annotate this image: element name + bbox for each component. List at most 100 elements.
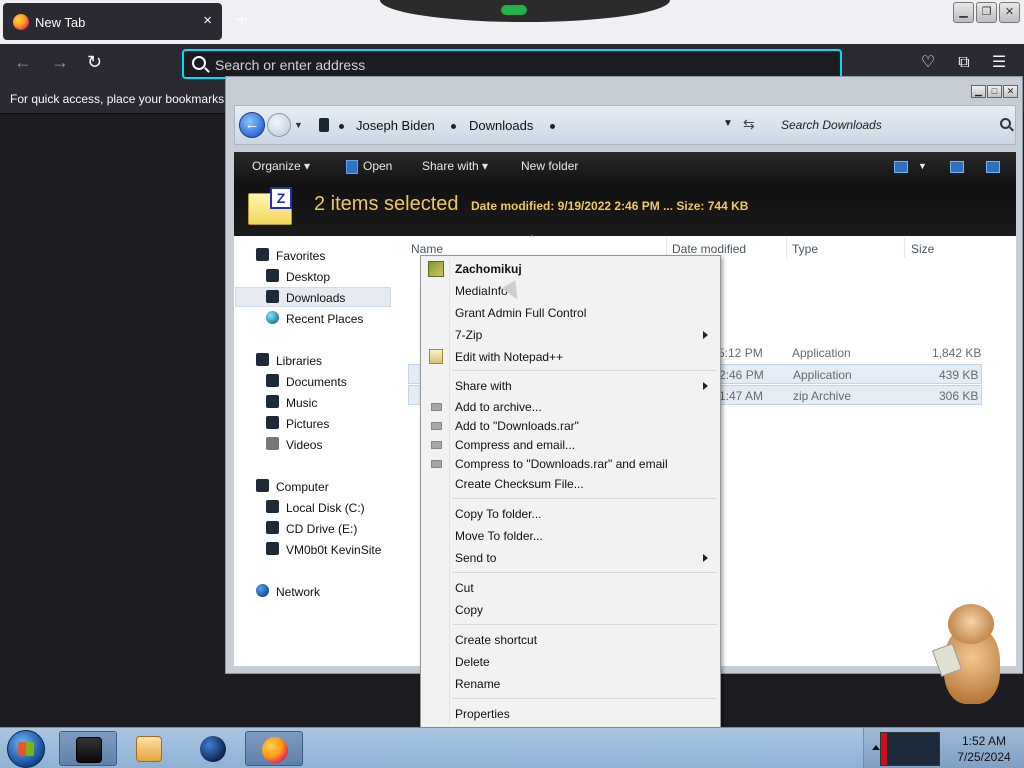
explorer-minimize-button[interactable]: ▁ xyxy=(971,85,986,98)
refresh-icon[interactable]: ⇆ xyxy=(743,116,755,133)
column-divider[interactable] xyxy=(786,238,787,258)
share-with-button[interactable]: Share with ▾ xyxy=(422,159,488,173)
nav-recent-places[interactable]: Recent Places xyxy=(266,309,396,329)
nav-pictures[interactable]: Pictures xyxy=(266,414,396,434)
tab-title: New Tab xyxy=(35,15,86,30)
tray-overflow-icon[interactable] xyxy=(872,745,880,750)
menu-separator xyxy=(453,698,717,699)
url-bar[interactable] xyxy=(182,49,842,79)
breadcrumb-separator-icon[interactable] xyxy=(339,124,344,129)
nav-network[interactable]: Network xyxy=(256,582,396,602)
explorer-forward-button[interactable] xyxy=(267,113,291,137)
explorer-search[interactable] xyxy=(775,112,1013,138)
reload-button[interactable]: ↻ xyxy=(87,52,102,73)
hamster-mascot-icon xyxy=(931,604,1008,708)
menu-item-grant-admin[interactable]: Grant Admin Full Control xyxy=(423,302,718,324)
menu-item-zachomikuj[interactable]: Zachomikuj xyxy=(423,258,718,280)
taskbar-globe-app[interactable] xyxy=(184,731,242,766)
history-dropdown-icon[interactable]: ▼ xyxy=(294,120,303,130)
nav-downloads[interactable]: Downloads xyxy=(235,287,391,307)
computer-icon xyxy=(319,118,329,132)
nav-videos[interactable]: Videos xyxy=(266,435,396,455)
menu-item-cut[interactable]: Cut xyxy=(423,577,718,599)
caption-indicator-icon xyxy=(501,5,527,15)
view-dropdown-icon[interactable]: ▼ xyxy=(918,161,927,171)
explorer-close-button[interactable]: ✕ xyxy=(1003,85,1018,98)
nav-libraries[interactable]: Libraries xyxy=(256,351,396,371)
taskbar-media-player[interactable] xyxy=(120,731,178,766)
puzzle-icon[interactable]: ⧉ xyxy=(955,54,973,72)
menu-item-copy[interactable]: Copy xyxy=(423,599,718,621)
nav-local-disk[interactable]: Local Disk (C:) xyxy=(266,498,396,518)
start-button[interactable] xyxy=(7,730,45,768)
column-header-size[interactable]: Size xyxy=(911,242,934,256)
help-icon[interactable] xyxy=(986,161,1000,173)
menu-item-delete[interactable]: Delete xyxy=(423,651,718,673)
submenu-arrow-icon xyxy=(703,382,708,390)
new-tab-button[interactable]: + xyxy=(236,9,248,32)
menu-item-send-to[interactable]: Send to xyxy=(423,547,718,569)
nav-vm-share[interactable]: VM0b0t KevinSite xyxy=(266,540,402,560)
breadcrumb-separator-icon[interactable] xyxy=(550,124,555,129)
tab-new-tab[interactable]: New Tab × xyxy=(3,3,222,40)
menu-item-compress-rar-email[interactable]: Compress to "Downloads.rar" and email xyxy=(423,453,718,475)
menu-item-rename[interactable]: Rename xyxy=(423,673,718,695)
tab-close-icon[interactable]: × xyxy=(203,12,212,29)
menu-item-7zip[interactable]: 7-Zip xyxy=(423,324,718,346)
clock[interactable]: 1:52 AM 7/25/2024 xyxy=(946,733,1022,765)
breadcrumb-item[interactable]: Joseph Biden xyxy=(356,118,435,133)
recent-places-icon xyxy=(266,311,279,324)
nav-cd-drive[interactable]: CD Drive (E:) xyxy=(266,519,396,539)
explorer-search-input[interactable] xyxy=(775,112,985,138)
desktop-icon xyxy=(266,269,279,282)
explorer-window-controls: ▁ □ ✕ xyxy=(971,85,1018,98)
column-header-type[interactable]: Type xyxy=(792,242,818,256)
address-dropdown-icon[interactable]: ▼ xyxy=(723,118,733,129)
nav-computer[interactable]: Computer xyxy=(256,477,396,497)
taskbar-firefox[interactable] xyxy=(245,731,303,766)
preview-pane-icon[interactable] xyxy=(950,161,964,173)
menu-item-mediainfo[interactable]: MediaInfo xyxy=(423,280,718,302)
search-icon[interactable] xyxy=(1000,118,1011,129)
breadcrumb-item[interactable]: Downloads xyxy=(469,118,533,133)
menu-item-checksum[interactable]: Create Checksum File... xyxy=(423,473,718,495)
menu-item-properties[interactable]: Properties xyxy=(423,703,718,725)
column-header-date[interactable]: Date modified xyxy=(672,242,746,256)
selection-meta: Date modified: 9/19/2022 2:46 PM ... Siz… xyxy=(471,199,749,213)
pocket-icon[interactable]: ♡ xyxy=(919,54,937,72)
url-input[interactable] xyxy=(215,54,815,76)
menu-item-share-with[interactable]: Share with xyxy=(423,375,718,397)
restore-button[interactable]: ❐ xyxy=(976,2,997,23)
open-button[interactable]: Open xyxy=(363,159,392,173)
nav-desktop[interactable]: Desktop xyxy=(266,267,396,287)
back-button[interactable]: ← xyxy=(14,52,32,73)
explorer-back-button[interactable]: ← xyxy=(239,112,265,138)
nav-favorites[interactable]: Favorites xyxy=(256,246,396,266)
forward-button[interactable]: → xyxy=(51,52,69,73)
menu-item-edit-notepad[interactable]: Edit with Notepad++ xyxy=(423,346,718,368)
explorer-toolbar: Organize ▾ Open Share with ▾ New folder … xyxy=(234,152,1016,236)
breadcrumb-separator-icon[interactable] xyxy=(451,124,456,129)
close-window-button[interactable]: ✕ xyxy=(999,2,1020,23)
clock-time: 1:52 AM xyxy=(961,734,1007,748)
hard-disk-icon xyxy=(266,500,279,513)
winrar-icon xyxy=(431,441,442,449)
menu-item-copy-to[interactable]: Copy To folder... xyxy=(423,503,718,525)
firefox-icon xyxy=(262,737,288,763)
menu-item-create-shortcut[interactable]: Create shortcut xyxy=(423,629,718,651)
menu-item-move-to[interactable]: Move To folder... xyxy=(423,525,718,547)
star-icon xyxy=(256,248,269,261)
nav-documents[interactable]: Documents xyxy=(266,372,396,392)
column-divider[interactable] xyxy=(904,238,905,258)
network-status-icon[interactable] xyxy=(880,732,940,766)
new-folder-button[interactable]: New folder xyxy=(521,159,578,173)
nav-music[interactable]: Music xyxy=(266,393,396,413)
view-options-icon[interactable] xyxy=(894,161,908,173)
firefox-icon xyxy=(13,14,29,30)
column-header-name[interactable]: Name xyxy=(411,242,443,256)
minimize-button[interactable]: ▁ xyxy=(953,2,974,23)
organize-button[interactable]: Organize ▾ xyxy=(252,159,310,173)
explorer-maximize-button[interactable]: □ xyxy=(987,85,1002,98)
menu-icon[interactable]: ☰ xyxy=(990,54,1008,72)
taskbar-explorer[interactable] xyxy=(59,731,117,766)
